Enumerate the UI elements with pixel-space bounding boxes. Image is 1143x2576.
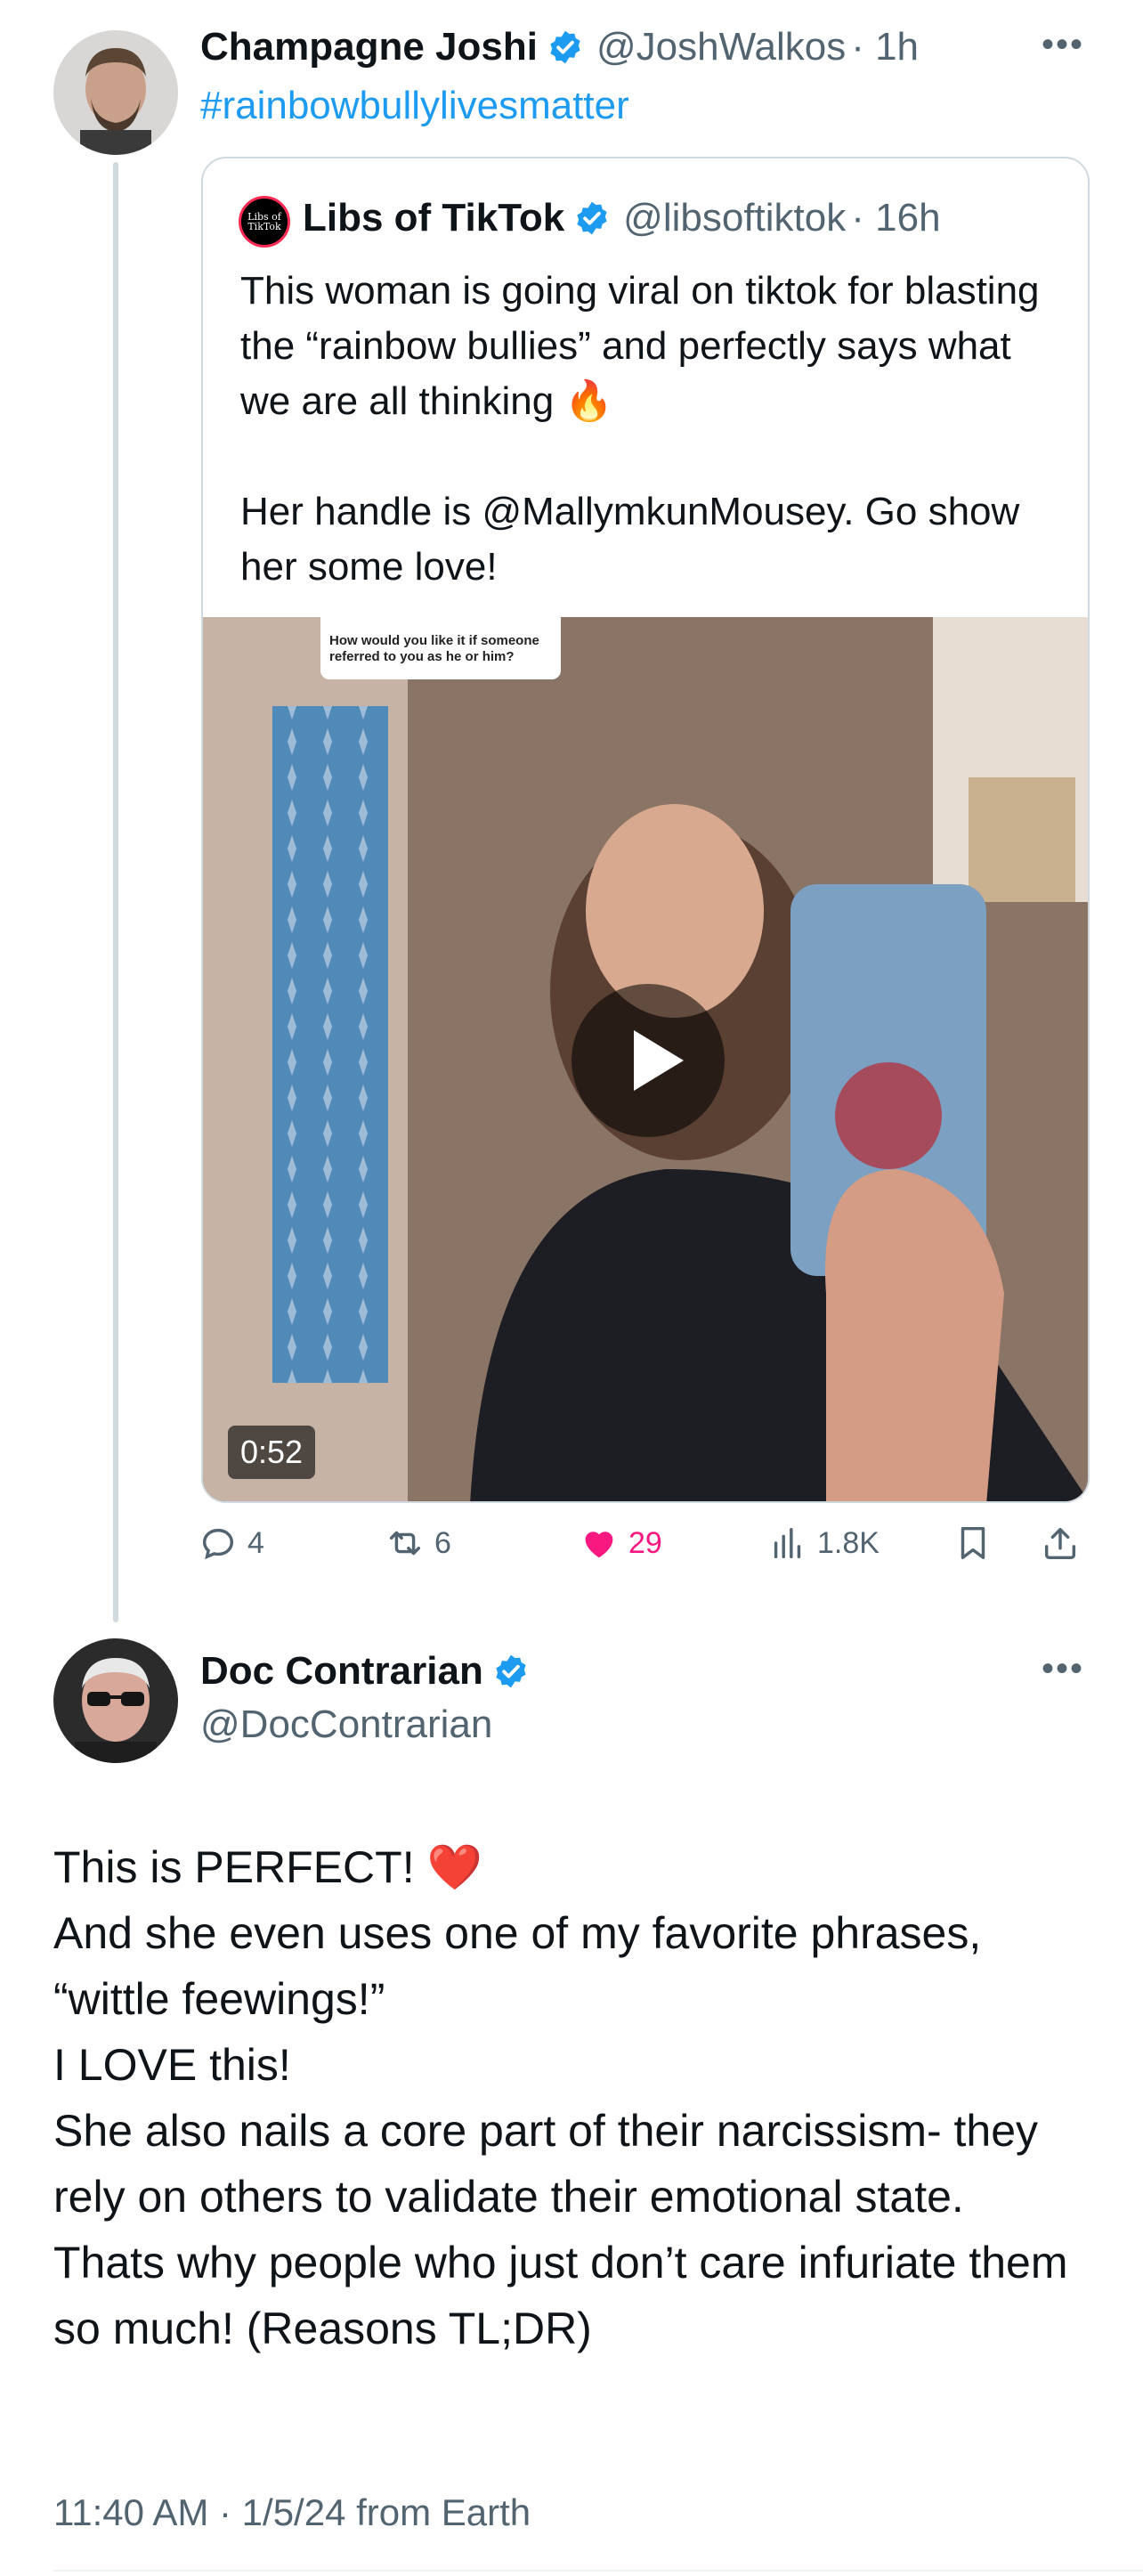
action-bar: 4 6 29 1.8K <box>198 1523 1097 1576</box>
author-name[interactable]: Champagne Joshi <box>200 25 538 69</box>
main-tweet-header: Doc Contrarian <box>200 1649 530 1694</box>
repost-count: 6 <box>434 1525 451 1560</box>
author-handle[interactable]: @JoshWalkos <box>596 25 846 69</box>
play-icon[interactable] <box>572 984 725 1137</box>
divider <box>53 2570 1143 2572</box>
share-button[interactable] <box>1040 1523 1081 1564</box>
main-tweet-text: This is PERFECT! ❤️ And she even uses on… <box>53 1842 1068 2353</box>
heart-filled-icon <box>585 1532 613 1558</box>
main-author-handle[interactable]: @DocContrarian <box>200 1702 492 1747</box>
quoted-author-handle[interactable]: @libsoftiktok <box>623 196 846 240</box>
post-timestamp[interactable]: 11:40 AM · 1/5/24 from Earth <box>53 2491 531 2534</box>
reply-button[interactable]: 4 <box>198 1523 264 1564</box>
thread-connector-line <box>113 162 118 1622</box>
post-time[interactable]: · 1h <box>851 25 919 69</box>
bookmark-icon <box>961 1526 985 1560</box>
video-player[interactable]: How would you like it if someone referre… <box>203 617 1088 1501</box>
libs-of-tiktok-avatar[interactable]: Libs of TikTok <box>239 196 290 248</box>
more-horizontal-icon[interactable]: ••• <box>1042 25 1084 65</box>
video-duration: 0:52 <box>228 1426 316 1479</box>
quoted-tweet-text: This woman is going viral on tiktok for … <box>240 269 1040 589</box>
video-overlay-caption: How would you like it if someone referre… <box>320 617 561 679</box>
quoted-tweet-card[interactable]: Libs of TikTok Libs of TikTok @libsoftik… <box>201 157 1090 1503</box>
reply-icon <box>202 1528 234 1560</box>
verified-badge-icon <box>550 30 580 64</box>
main-author-name[interactable]: Doc Contrarian <box>200 1649 483 1694</box>
reply-count: 4 <box>247 1525 264 1560</box>
views-bar-chart-icon <box>774 1527 801 1559</box>
quoted-header: Libs of TikTok @libsoftiktok · 16h <box>303 196 941 240</box>
doc-contrarian-avatar[interactable] <box>53 1638 178 1763</box>
repost-icon <box>389 1531 421 1556</box>
quoted-author-name[interactable]: Libs of TikTok <box>303 196 564 240</box>
like-button[interactable]: 29 <box>579 1523 662 1564</box>
verified-badge-icon <box>496 1654 526 1688</box>
more-horizontal-icon[interactable]: ••• <box>1042 1649 1084 1689</box>
champagne-joshi-avatar[interactable] <box>53 30 178 155</box>
views-button[interactable]: 1.8K <box>767 1523 880 1564</box>
share-icon <box>1044 1527 1076 1560</box>
bookmark-button[interactable] <box>952 1523 993 1564</box>
quoted-post-time[interactable]: · 16h <box>851 196 940 240</box>
reply-text[interactable]: #rainbowbullylivesmatter <box>200 84 629 128</box>
views-count: 1.8K <box>817 1525 880 1560</box>
repost-button[interactable]: 6 <box>385 1523 451 1564</box>
verified-badge-icon <box>577 201 607 235</box>
reply-header: Champagne Joshi @JoshWalkos · 1h <box>200 25 919 69</box>
like-count: 29 <box>628 1525 662 1560</box>
